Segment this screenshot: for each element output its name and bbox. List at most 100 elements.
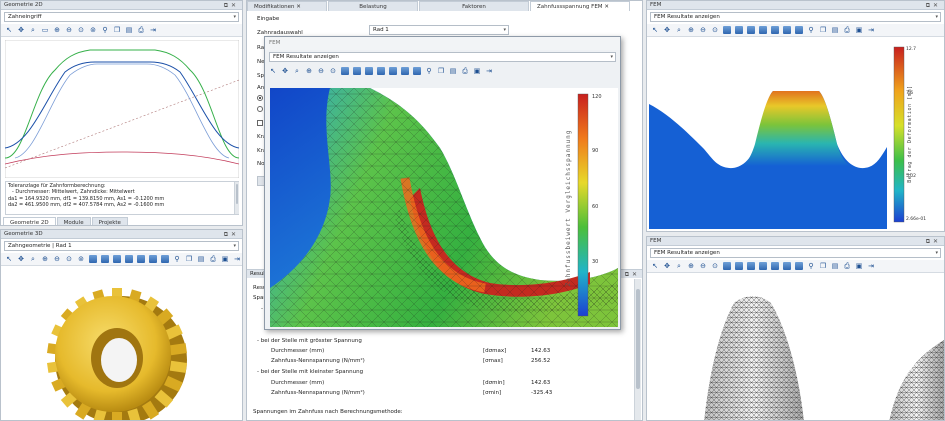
geometry-select[interactable]: Zahngeometrie | Rad 1 ▾	[4, 241, 239, 251]
tab-load[interactable]: Belastung	[328, 1, 418, 11]
light-icon[interactable]: ⚲	[172, 254, 182, 264]
export-icon[interactable]: ⇥	[148, 25, 158, 35]
view-bottom-icon[interactable]	[161, 255, 169, 263]
light-icon[interactable]: ⚲	[806, 261, 816, 271]
pointer-icon[interactable]: ↖	[650, 261, 660, 271]
view-back-icon[interactable]	[149, 255, 157, 263]
tab-modules[interactable]: Module	[56, 217, 91, 225]
view-back-icon[interactable]	[401, 67, 409, 75]
pointer-icon[interactable]: ↖	[268, 66, 278, 76]
view-back-icon[interactable]	[783, 26, 791, 34]
print-icon[interactable]: ⎙	[208, 254, 218, 264]
checkbox[interactable]	[257, 120, 263, 126]
text-scrollbar[interactable]	[234, 182, 239, 214]
window-buttons[interactable]: ⧉✕	[926, 1, 941, 10]
window-buttons[interactable]: ⧉✕	[224, 1, 239, 10]
view-bottom-icon[interactable]	[795, 262, 803, 270]
window-buttons[interactable]: ⧉✕	[224, 230, 239, 239]
view-iso-icon[interactable]	[771, 262, 779, 270]
close-icon[interactable]: ✕	[296, 4, 301, 10]
print-icon[interactable]: ⎙	[136, 25, 146, 35]
zoom-in-icon[interactable]: ⊕	[686, 261, 696, 271]
zoom-window-icon[interactable]: ⌕	[674, 25, 684, 35]
zoom-out-icon[interactable]: ⊖	[64, 25, 74, 35]
view-iso-icon[interactable]	[771, 26, 779, 34]
view-front-icon[interactable]	[101, 255, 109, 263]
view-cube-icon[interactable]	[89, 255, 97, 263]
tab-modifications[interactable]: Modifikationen ✕	[247, 1, 327, 11]
view-iso-icon[interactable]	[389, 67, 397, 75]
copy-icon[interactable]: ❐	[112, 25, 122, 35]
light-icon[interactable]: ⚲	[806, 25, 816, 35]
gear-selection-select[interactable]: Rad 1 ▾	[369, 25, 509, 35]
view-side-icon[interactable]	[365, 67, 373, 75]
radio-option[interactable]	[257, 106, 263, 112]
export-icon[interactable]: ⇥	[232, 254, 242, 264]
view-back-icon[interactable]	[783, 262, 791, 270]
tab-geometry-2d[interactable]: Geometrie 2D	[3, 217, 56, 225]
view-bottom-icon[interactable]	[795, 26, 803, 34]
window-buttons[interactable]: ⧉✕	[625, 270, 640, 279]
zoom-window-icon[interactable]: ⌕	[28, 25, 38, 35]
zoom-window-icon[interactable]: ⌕	[28, 254, 38, 264]
view-side-icon[interactable]	[113, 255, 121, 263]
move-icon[interactable]: ✥	[280, 66, 290, 76]
view-cube-icon[interactable]	[723, 26, 731, 34]
tab-projects[interactable]: Projekte	[91, 217, 128, 225]
view-iso-icon[interactable]	[137, 255, 145, 263]
close-icon[interactable]: ✕	[604, 4, 609, 10]
zoom-fit-icon[interactable]: ⊙	[64, 254, 74, 264]
zoom-in-icon[interactable]: ⊕	[40, 254, 50, 264]
view-top-icon[interactable]	[377, 67, 385, 75]
view-front-icon[interactable]	[735, 262, 743, 270]
move-icon[interactable]: ✥	[16, 25, 26, 35]
tab-factors[interactable]: Faktoren	[419, 1, 529, 11]
radio-option[interactable]	[257, 95, 263, 101]
fem-result-select[interactable]: FEM Resultate anzeigen ▾	[650, 12, 941, 22]
print-icon[interactable]: ⎙	[842, 25, 852, 35]
zoom-fit-icon[interactable]: ⊙	[328, 66, 338, 76]
zoom-in-icon[interactable]: ⊕	[304, 66, 314, 76]
save-icon[interactable]: ▣	[854, 25, 864, 35]
print-icon[interactable]: ⎙	[842, 261, 852, 271]
light-icon[interactable]: ⚲	[100, 25, 110, 35]
move-icon[interactable]: ✥	[662, 25, 672, 35]
zoom-out-icon[interactable]: ⊖	[316, 66, 326, 76]
fem-result-select[interactable]: FEM Resultate anzeigen ▾	[650, 248, 941, 258]
table-icon[interactable]: ▤	[830, 25, 840, 35]
light-icon[interactable]: ⚲	[424, 66, 434, 76]
view-front-icon[interactable]	[353, 67, 361, 75]
view-front-icon[interactable]	[735, 26, 743, 34]
pointer-icon[interactable]: ↖	[650, 25, 660, 35]
save-icon[interactable]: ▣	[220, 254, 230, 264]
save-icon[interactable]: ▣	[472, 66, 482, 76]
zoom-fit-icon[interactable]: ⊙	[710, 25, 720, 35]
zoom-all-icon[interactable]: ⊚	[88, 25, 98, 35]
zoom-all-icon[interactable]: ⊚	[76, 254, 86, 264]
move-icon[interactable]: ✥	[16, 254, 26, 264]
print-icon[interactable]: ⎙	[460, 66, 470, 76]
tab-root-stress-fem[interactable]: Zahnfussspannung FEM ✕	[530, 1, 630, 11]
view-cube-icon[interactable]	[723, 262, 731, 270]
window-buttons[interactable]: ⧉✕	[926, 237, 941, 246]
zoom-window-icon[interactable]: ⌕	[674, 261, 684, 271]
table-icon[interactable]: ▤	[196, 254, 206, 264]
zoom-in-icon[interactable]: ⊕	[686, 25, 696, 35]
export-icon[interactable]: ⇥	[866, 25, 876, 35]
view-side-icon[interactable]	[747, 262, 755, 270]
view-cube-icon[interactable]	[341, 67, 349, 75]
table-icon[interactable]: ▤	[830, 261, 840, 271]
measure-icon[interactable]: ▭	[40, 25, 50, 35]
fem-result-select[interactable]: FEM Resultate anzeigen ▾	[269, 52, 616, 62]
view-top-icon[interactable]	[759, 26, 767, 34]
copy-icon[interactable]: ❐	[818, 25, 828, 35]
save-icon[interactable]: ▣	[854, 261, 864, 271]
zoom-out-icon[interactable]: ⊖	[698, 261, 708, 271]
export-icon[interactable]: ⇥	[866, 261, 876, 271]
view-side-icon[interactable]	[747, 26, 755, 34]
copy-icon[interactable]: ❐	[184, 254, 194, 264]
zoom-out-icon[interactable]: ⊖	[698, 25, 708, 35]
table-icon[interactable]: ▤	[448, 66, 458, 76]
results-scrollbar[interactable]	[634, 279, 641, 420]
view-top-icon[interactable]	[759, 262, 767, 270]
